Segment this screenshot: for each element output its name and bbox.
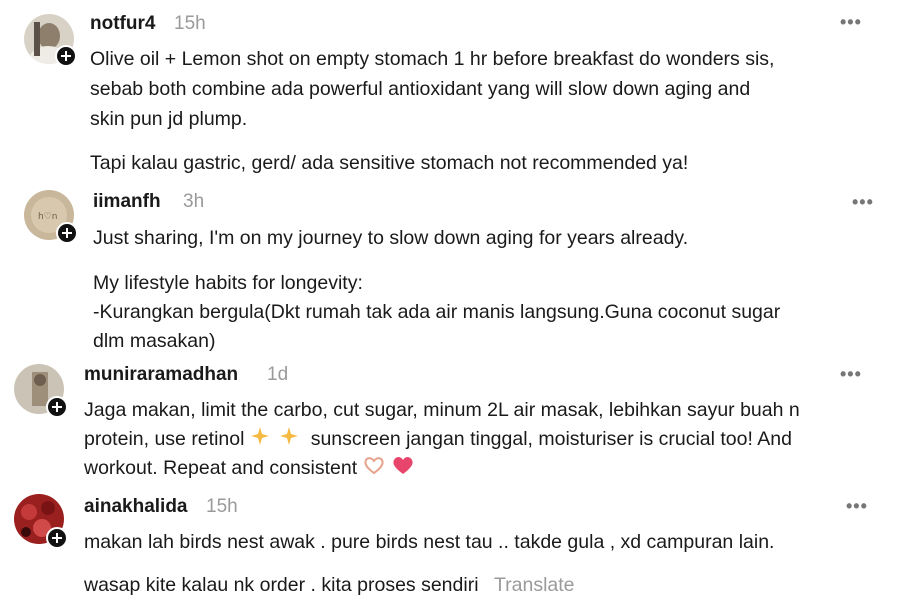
username[interactable]: iimanfh (93, 191, 161, 213)
sparkles-icon (279, 425, 299, 455)
username[interactable]: notfur4 (90, 13, 155, 35)
comment-text: workout. Repeat and consistent (84, 457, 358, 479)
more-options-icon[interactable]: ••• (846, 496, 868, 517)
timestamp: 15h (206, 496, 238, 517)
more-options-icon[interactable]: ••• (852, 192, 874, 213)
follow-plus-icon[interactable] (56, 222, 78, 244)
follow-plus-icon[interactable] (46, 527, 68, 549)
heart-icon (392, 454, 414, 484)
follow-plus-icon[interactable] (55, 45, 77, 67)
comment-ainakhalida: ainakhalida 15h ••• makan lah birds nest… (0, 490, 900, 600)
comment-line: skin pun jd plump. (90, 108, 248, 130)
username[interactable]: muniraramadhan (84, 364, 238, 386)
heart-hands-icon (363, 454, 385, 484)
comment-line: Tapi kalau gastric, gerd/ ada sensitive … (90, 152, 689, 174)
comment-line: sebab both combine ada powerful antioxid… (90, 78, 751, 100)
comment-text: sunscreen jangan tinggal, moisturiser is… (310, 428, 792, 450)
svg-text:h♡n: h♡n (38, 212, 57, 222)
username[interactable]: ainakhalida (84, 496, 188, 518)
comment-line-with-emoji: workout. Repeat and consistent (84, 453, 414, 484)
comment-line: dlm masakan) (93, 330, 216, 352)
comment-text: protein, use retinol (84, 428, 245, 450)
comment-muniraramadhan: muniraramadhan 1d ••• Jaga makan, limit … (0, 360, 900, 490)
comment-iimanfh: h♡n iimanfh 3h ••• Just sharing, I'm on … (0, 180, 900, 360)
comment-line: Just sharing, I'm on my journey to slow … (93, 227, 689, 249)
timestamp: 1d (267, 364, 289, 385)
comment-line: Olive oil + Lemon shot on empty stomach … (90, 48, 775, 70)
comment-line-with-emoji: protein, use retinol sunscreen jangan ti… (84, 424, 792, 455)
comment-line-with-translate: wasap kite kalau nk order . kita proses … (84, 570, 575, 600)
more-options-icon[interactable]: ••• (840, 364, 862, 385)
comment-line: makan lah birds nest awak . pure birds n… (84, 531, 775, 553)
comment-notfur4: notfur4 15h ••• Olive oil + Lemon shot o… (0, 0, 900, 180)
timestamp: 3h (183, 191, 205, 212)
more-options-icon[interactable]: ••• (840, 12, 862, 33)
follow-plus-icon[interactable] (46, 396, 68, 418)
sparkles-icon (250, 425, 270, 455)
comment-line: My lifestyle habits for longevity: (93, 272, 363, 294)
timestamp: 15h (174, 13, 206, 34)
translate-link[interactable]: Translate (494, 574, 575, 596)
comment-text: wasap kite kalau nk order . kita proses … (84, 574, 479, 596)
comment-line: Jaga makan, limit the carbo, cut sugar, … (84, 399, 800, 421)
comment-line: -Kurangkan bergula(Dkt rumah tak ada air… (93, 301, 781, 323)
